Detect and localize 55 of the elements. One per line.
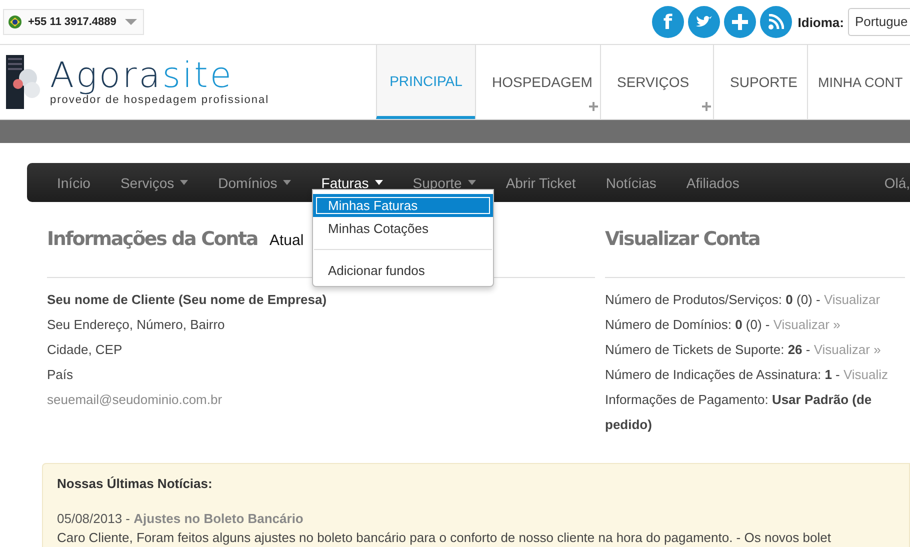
plus-button[interactable] bbox=[724, 6, 756, 38]
menu-tab[interactable]: MINHA CONT bbox=[807, 45, 910, 119]
nav-item[interactable]: Serviços bbox=[105, 174, 204, 190]
news-date: 05/08/2013 - bbox=[57, 511, 132, 526]
logo-wordmark: Agora site bbox=[50, 58, 234, 94]
news-body: Caro Cliente, Foram feitos alguns ajustes no boleto bancário para o conforto de nosso cliente na hora do pagamento. - Os novos bolet bbox=[57, 530, 832, 545]
view-link[interactable]: Visualiz bbox=[843, 367, 888, 382]
phone-selector[interactable]: +55 11 3917.4889 bbox=[3, 9, 144, 35]
facebook-button[interactable]: f bbox=[652, 6, 684, 38]
news-title: Nossas Últimas Notícias: bbox=[57, 476, 214, 491]
nav-item[interactable]: Abrir Ticket bbox=[490, 174, 591, 190]
view-link[interactable]: Visualizar bbox=[824, 292, 880, 307]
menu-tab[interactable]: PRINCIPAL bbox=[376, 45, 475, 119]
summary-text: Número de Tickets de Suporte: 26 - bbox=[605, 342, 812, 357]
nav-item[interactable]: Faturas bbox=[306, 174, 398, 190]
menu-item[interactable]: Minhas Cotações bbox=[313, 217, 493, 240]
logo-tagline: provedor de hospedagem profissional bbox=[50, 94, 270, 106]
account-text: Cidade, CEP bbox=[47, 341, 124, 359]
phone-number: +55 11 3917.4889 bbox=[28, 16, 118, 28]
menu-tab[interactable]: SUPORTE bbox=[713, 45, 807, 119]
account-text: Seu nome de Cliente (Seu nome de Empresa) bbox=[47, 291, 328, 309]
section-title: Visualizar Conta bbox=[605, 228, 761, 252]
summary-text: pedido) bbox=[605, 416, 653, 434]
nav-item[interactable]: Afiliados bbox=[671, 174, 754, 190]
caret-icon bbox=[125, 18, 137, 26]
update-link[interactable]: Atual bbox=[270, 232, 304, 249]
language-label: Idioma: bbox=[798, 14, 844, 30]
summary-text: Número de Indicações de Assinatura: 1 - bbox=[605, 367, 841, 382]
summary-text: Número de Produtos/Serviços: 0 (0) - bbox=[605, 292, 822, 307]
bird-icon bbox=[694, 15, 713, 29]
bird-button[interactable] bbox=[688, 6, 720, 38]
nav-item[interactable]: Suporte bbox=[398, 174, 491, 190]
account-text: País bbox=[47, 366, 74, 384]
nav-item[interactable]: Notícias bbox=[590, 174, 672, 190]
summary-text: Número de Domínios: 0 (0) - bbox=[605, 317, 771, 332]
plus-icon bbox=[732, 14, 748, 30]
menu-tab[interactable]: SERVIÇOS bbox=[600, 45, 713, 119]
flag-icon bbox=[8, 15, 22, 29]
news-headline[interactable]: Ajustes no Boleto Bancário bbox=[134, 511, 304, 526]
rss-button[interactable] bbox=[760, 6, 792, 38]
nav-item[interactable]: Domínios bbox=[203, 174, 306, 190]
view-link[interactable]: Visualizar » bbox=[773, 317, 840, 332]
nav-item[interactable]: Início bbox=[42, 174, 106, 190]
account-text: Seu Endereço, Número, Bairro bbox=[47, 316, 226, 334]
summary-text: Informações de Pagamento: Usar Padrão (de bbox=[605, 392, 872, 407]
server-drawing bbox=[4, 54, 40, 110]
menu-item[interactable]: Adicionar fundos bbox=[313, 259, 493, 282]
menu-item[interactable]: Minhas Faturas bbox=[313, 194, 493, 217]
view-link[interactable]: Visualizar » bbox=[814, 342, 881, 357]
greeting-text: Olá, bbox=[884, 174, 910, 190]
section-title: Informações da Conta bbox=[47, 228, 258, 252]
rss-icon bbox=[768, 14, 784, 30]
account-text: seuemail@seudominio.com.br bbox=[47, 391, 224, 409]
language-select[interactable]: Portugue bbox=[848, 8, 910, 36]
menu-tab[interactable]: HOSPEDAGEM bbox=[475, 45, 600, 119]
